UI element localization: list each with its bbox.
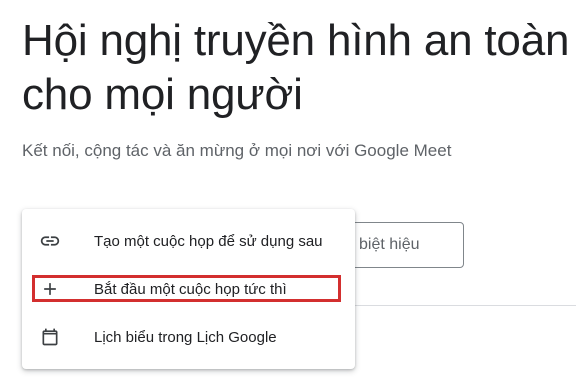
- page-title: Hội nghị truyền hình an toàn cho mọi ngư…: [22, 14, 569, 122]
- meeting-code-placeholder: biệt hiệu: [359, 236, 420, 253]
- link-icon: [38, 229, 62, 253]
- menu-item-label: Bắt đầu một cuộc họp tức thì: [94, 280, 287, 298]
- calendar-icon: [38, 325, 62, 349]
- menu-item-label: Tạo một cuộc họp để sử dụng sau: [94, 232, 323, 250]
- meet-landing-page: Hội nghị truyền hình an toàn cho mọi ngư…: [0, 0, 576, 384]
- page-title-line-1: Hội nghị truyền hình an toàn: [22, 16, 570, 65]
- menu-item-label: Lịch biểu trong Lịch Google: [94, 328, 277, 346]
- menu-item-create-for-later[interactable]: Tạo một cuộc họp để sử dụng sau: [22, 217, 355, 265]
- menu-item-start-instant[interactable]: Bắt đầu một cuộc họp tức thì: [22, 265, 355, 313]
- menu-item-schedule-calendar[interactable]: Lịch biểu trong Lịch Google: [22, 313, 355, 361]
- new-meeting-menu: Tạo một cuộc họp để sử dụng sau Bắt đầu …: [22, 209, 355, 369]
- plus-icon: [38, 277, 62, 301]
- page-subtitle: Kết nối, cộng tác và ăn mừng ở mọi nơi v…: [22, 141, 452, 160]
- page-title-line-2: cho mọi người: [22, 70, 303, 119]
